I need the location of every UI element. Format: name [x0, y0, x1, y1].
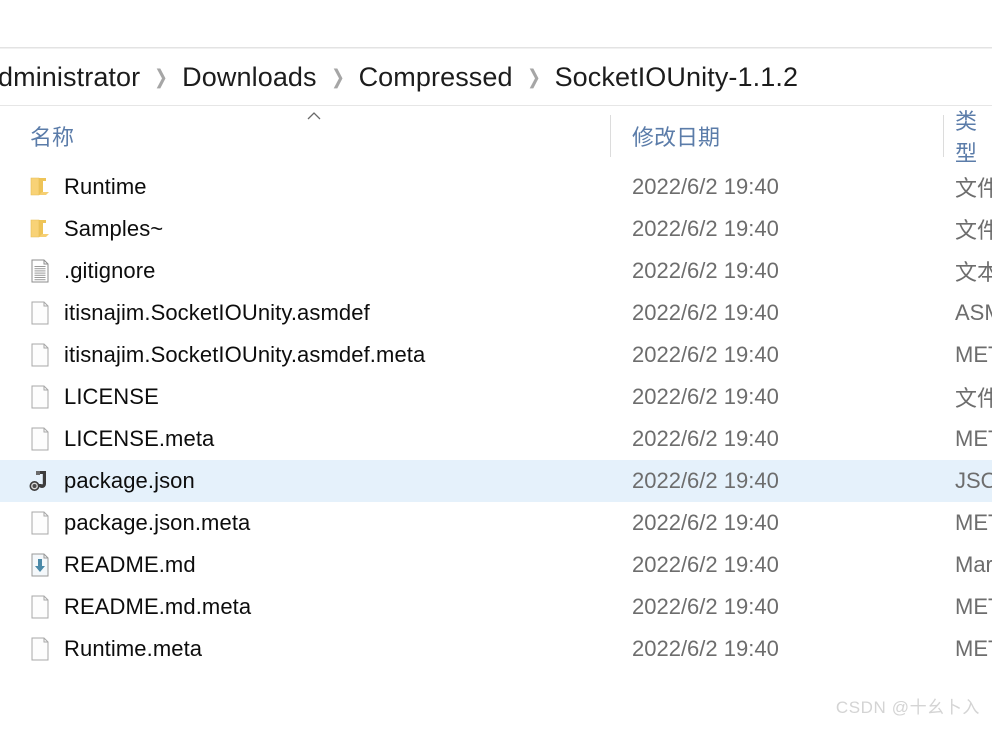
- column-separator[interactable]: [943, 115, 944, 157]
- file-name-cell[interactable]: LICENSE: [0, 384, 610, 410]
- file-name-label: Runtime: [64, 174, 147, 199]
- file-type-cell: MET: [955, 426, 992, 451]
- file-date-cell: 2022/6/2 19:40: [632, 174, 779, 199]
- table-row[interactable]: package.json 2022/6/2 19:40 JSO: [0, 460, 992, 502]
- chevron-right-icon: ❯: [154, 65, 168, 89]
- file-date-cell: 2022/6/2 19:40: [632, 552, 779, 577]
- table-row[interactable]: LICENSE 2022/6/2 19:40 文件: [0, 376, 992, 418]
- column-header-type-label: 类型: [955, 109, 978, 166]
- table-row[interactable]: LICENSE.meta 2022/6/2 19:40 MET: [0, 418, 992, 460]
- file-date-cell: 2022/6/2 19:40: [632, 636, 779, 661]
- file-name-cell[interactable]: itisnajim.SocketIOUnity.asmdef.meta: [0, 342, 610, 368]
- blank-file-icon: [28, 384, 52, 410]
- file-name-cell[interactable]: README.md.meta: [0, 594, 610, 620]
- blank-file-icon: [28, 636, 52, 662]
- file-name-cell[interactable]: package.json.meta: [0, 510, 610, 536]
- column-header-name[interactable]: 名称: [0, 106, 610, 166]
- file-type-cell: Mar: [955, 552, 992, 577]
- table-row[interactable]: Runtime.meta 2022/6/2 19:40 MET: [0, 628, 992, 670]
- blank-file-icon: [28, 594, 52, 620]
- table-row[interactable]: Samples~ 2022/6/2 19:40 文件: [0, 208, 992, 250]
- file-name-cell[interactable]: Runtime.meta: [0, 636, 610, 662]
- file-type-cell: JSO: [955, 468, 992, 493]
- breadcrumb-item-downloads[interactable]: Downloads: [180, 62, 318, 93]
- file-type-cell: MET: [955, 342, 992, 367]
- blank-file-icon: [28, 342, 52, 368]
- file-type-cell: MET: [955, 510, 992, 535]
- file-date-cell: 2022/6/2 19:40: [632, 258, 779, 283]
- file-name-label: .gitignore: [64, 258, 156, 283]
- table-row[interactable]: README.md.meta 2022/6/2 19:40 MET: [0, 586, 992, 628]
- table-row[interactable]: itisnajim.SocketIOUnity.asmdef 2022/6/2 1…: [0, 292, 992, 334]
- file-date-cell: 2022/6/2 19:40: [632, 510, 779, 535]
- table-row[interactable]: .gitignore 2022/6/2 19:40 文本: [0, 250, 992, 292]
- breadcrumb-item-socketiounity[interactable]: SocketIOUnity-1.1.2: [553, 62, 801, 93]
- column-header-name-label: 名称: [30, 125, 75, 150]
- file-type-cell: 文件: [955, 218, 992, 243]
- file-name-cell[interactable]: .gitignore: [0, 258, 610, 284]
- blank-file-icon: [28, 510, 52, 536]
- file-list[interactable]: Runtime 2022/6/2 19:40 文件 Samples~ 2022/6/2 …: [0, 166, 992, 670]
- blank-file-icon: [28, 300, 52, 326]
- table-row[interactable]: package.json.meta 2022/6/2 19:40 MET: [0, 502, 992, 544]
- chevron-right-icon: ❯: [330, 65, 345, 89]
- column-separator[interactable]: [610, 115, 611, 157]
- text-file-icon: [28, 258, 52, 284]
- file-date-cell: 2022/6/2 19:40: [632, 426, 779, 451]
- csdn-watermark: CSDN @十幺卜入: [835, 698, 980, 717]
- file-name-label: itisnajim.SocketIOUnity.asmdef: [64, 300, 370, 325]
- file-type-cell: ASM: [955, 300, 992, 325]
- file-name-cell[interactable]: Runtime: [0, 174, 610, 200]
- breadcrumb-item-compressed[interactable]: Compressed: [357, 62, 515, 93]
- file-name-label: Samples~: [64, 216, 164, 241]
- file-type-cell: 文件: [955, 386, 992, 411]
- file-name-label: LICENSE.meta: [64, 426, 215, 451]
- file-name-cell[interactable]: LICENSE.meta: [0, 426, 610, 452]
- breadcrumb[interactable]: dministrator ❯ Downloads ❯ Compressed ❯ …: [0, 49, 992, 105]
- file-name-label: README.md.meta: [64, 594, 252, 619]
- folder-icon: [28, 174, 52, 200]
- column-header-date-label: 修改日期: [632, 125, 721, 150]
- markdown-file-icon: [28, 552, 52, 578]
- file-date-cell: 2022/6/2 19:40: [632, 594, 779, 619]
- file-type-cell: MET: [955, 636, 992, 661]
- file-name-cell[interactable]: itisnajim.SocketIOUnity.asmdef: [0, 300, 610, 326]
- column-header-date[interactable]: 修改日期: [610, 106, 943, 166]
- blank-file-icon: [28, 426, 52, 452]
- table-row[interactable]: README.md 2022/6/2 19:40 Mar: [0, 544, 992, 586]
- table-row[interactable]: Runtime 2022/6/2 19:40 文件: [0, 166, 992, 208]
- file-name-label: itisnajim.SocketIOUnity.asmdef.meta: [64, 342, 426, 367]
- chevron-right-icon: ❯: [526, 65, 541, 89]
- window-top-strip: [0, 0, 992, 47]
- file-date-cell: 2022/6/2 19:40: [632, 300, 779, 325]
- file-type-cell: MET: [955, 594, 992, 619]
- file-name-label: LICENSE: [64, 384, 159, 409]
- file-date-cell: 2022/6/2 19:40: [632, 216, 779, 241]
- file-date-cell: 2022/6/2 19:40: [632, 384, 779, 409]
- file-name-label: package.json: [64, 468, 195, 493]
- file-name-cell[interactable]: README.md: [0, 552, 610, 578]
- breadcrumb-item-administrator[interactable]: dministrator: [0, 62, 142, 93]
- folder-icon: [28, 216, 52, 242]
- file-type-cell: 文本: [955, 260, 992, 285]
- file-type-cell: 文件: [955, 176, 992, 201]
- column-header-type[interactable]: 类型: [943, 106, 992, 166]
- file-name-cell[interactable]: package.json: [0, 468, 610, 494]
- table-row[interactable]: itisnajim.SocketIOUnity.asmdef.meta 2022/…: [0, 334, 992, 376]
- file-name-label: package.json.meta: [64, 510, 251, 535]
- file-name-label: Runtime.meta: [64, 636, 203, 661]
- column-header-row: 名称 修改日期 类型: [0, 106, 992, 166]
- file-name-label: README.md: [64, 552, 196, 577]
- file-date-cell: 2022/6/2 19:40: [632, 342, 779, 367]
- json-file-icon: [28, 468, 52, 494]
- file-date-cell: 2022/6/2 19:40: [632, 468, 779, 493]
- file-name-cell[interactable]: Samples~: [0, 216, 610, 242]
